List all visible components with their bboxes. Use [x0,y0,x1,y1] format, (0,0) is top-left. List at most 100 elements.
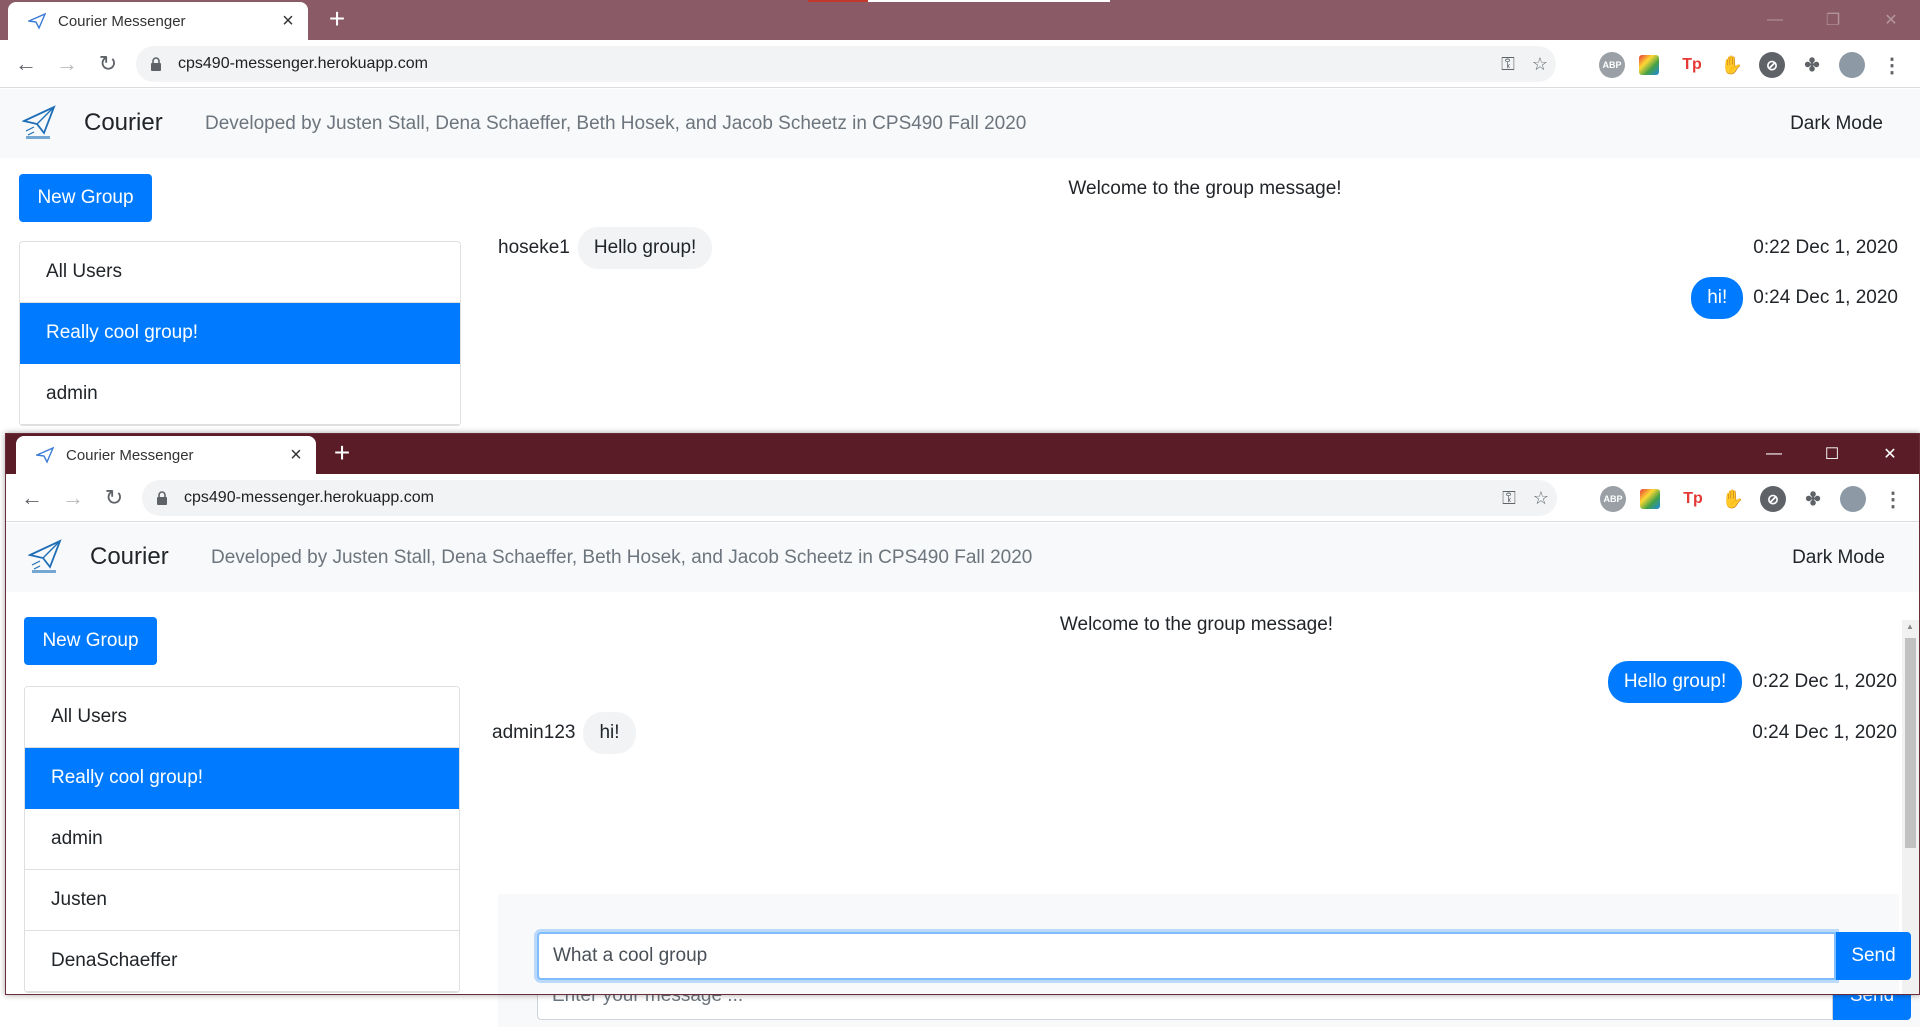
tagline: Developed by Justen Stall, Dena Schaeffe… [205,113,1027,134]
message-row: hoseke1 Hello group! 0:22 Dec 1, 2020 [490,226,1920,270]
window-controls: — ❐ ✕ [1746,0,1920,40]
browser-tab[interactable]: Courier Messenger × [16,436,316,474]
brand-name[interactable]: Courier [90,543,169,571]
courier-favicon-icon [28,12,46,30]
list-item-all-users[interactable]: All Users [25,687,459,748]
address-bar[interactable]: cps490-messenger.herokuapp.com ⚿ ☆ [136,46,1556,82]
message-bubble: Hello group! [577,227,713,269]
chat-panel: Welcome to the group message! Hello grou… [492,594,1897,834]
avatar[interactable] [1839,52,1865,78]
conversation-list: All Users Really cool group! admin Juste… [24,686,460,993]
scroll-up-icon[interactable]: ▲ [1906,622,1914,631]
menu-icon[interactable]: ⋮ [1879,52,1905,78]
dark-mode-toggle[interactable]: Dark Mode [1792,547,1885,569]
title-bar: Courier Messenger × + — ❐ ✕ [0,0,1920,40]
back-icon[interactable]: ← [20,485,44,510]
courier-logo-icon [28,539,62,573]
tp-extension-icon[interactable]: Tp [1680,486,1706,512]
list-item-denaschaeffer[interactable]: DenaSchaeffer [25,931,459,992]
browser-toolbar: ← → ↻ cps490-messenger.herokuapp.com ⚿ ☆… [6,474,1919,522]
message-input[interactable]: What a cool group [537,932,1836,980]
abp-extension-icon[interactable]: ABP [1599,52,1625,78]
browser-tab[interactable]: Courier Messenger × [8,2,308,40]
address-bar[interactable]: cps490-messenger.herokuapp.com ⚿ ☆ [142,480,1557,516]
tp-extension-icon[interactable]: Tp [1679,52,1705,78]
message-sender: hoseke1 [498,237,570,258]
message-row: Hello group! 0:22 Dec 1, 2020 [496,660,1897,704]
swirl-extension-icon[interactable]: ⊘ [1760,486,1786,512]
new-group-button[interactable]: New Group [24,617,157,665]
new-group-button[interactable]: New Group [19,174,152,222]
key-icon[interactable]: ⚿ [1493,488,1525,509]
puzzle-extension-icon[interactable]: ✤ [1799,52,1825,78]
url-text: cps490-messenger.herokuapp.com [184,489,434,506]
swirl-extension-icon[interactable]: ⊘ [1759,52,1785,78]
new-tab-button[interactable]: + [323,5,351,34]
browser-toolbar: ← → ↻ cps490-messenger.herokuapp.com ⚿ ☆… [0,40,1920,88]
close-window-icon[interactable]: ✕ [1861,434,1919,474]
reload-icon[interactable]: ↻ [102,485,126,510]
message-sender: admin123 [492,722,576,743]
app-navbar: Courier Developed by Justen Stall, Dena … [0,89,1920,158]
minimize-icon[interactable]: — [1746,0,1804,40]
title-bar: Courier Messenger × + — ☐ ✕ [6,434,1919,474]
menu-icon[interactable]: ⋮ [1880,486,1906,512]
message-bubble-outgoing: Hello group! [1607,661,1743,703]
forward-icon[interactable]: → [55,51,79,76]
back-icon[interactable]: ← [14,51,38,76]
key-icon[interactable]: ⚿ [1492,54,1524,75]
message-bubble: hi! [583,712,636,754]
lock-icon [150,56,166,72]
message-row: admin123 hi! 0:24 Dec 1, 2020 [492,711,1897,755]
forward-icon[interactable]: → [61,485,85,510]
dark-mode-toggle[interactable]: Dark Mode [1790,113,1883,135]
courier-favicon-icon [36,446,54,464]
message-time: 0:24 Dec 1, 2020 [1753,287,1898,308]
message-bubble-outgoing: hi! [1691,277,1744,319]
colorful-extension-icon[interactable] [1640,489,1660,509]
star-icon[interactable]: ☆ [1524,54,1556,75]
close-tab-icon[interactable]: × [282,445,310,465]
abp-extension-icon[interactable]: ABP [1600,486,1626,512]
maximize-icon[interactable]: ☐ [1803,434,1861,474]
list-item-admin[interactable]: admin [20,364,460,425]
scroll-thumb[interactable] [1905,638,1916,848]
tab-title: Courier Messenger [58,12,186,30]
window-controls: — ☐ ✕ [1745,434,1919,474]
browser-window-front: Courier Messenger × + — ☐ ✕ ← → ↻ cps490… [5,433,1920,995]
message-time: 0:22 Dec 1, 2020 [1753,237,1898,258]
app-navbar: Courier Developed by Justen Stall, Dena … [6,523,1919,592]
list-item-justen[interactable]: Justen [25,870,459,931]
list-item-really-cool-group[interactable]: Really cool group! [25,748,459,809]
close-window-icon[interactable]: ✕ [1862,0,1920,40]
tab-strip-accent [808,0,868,2]
message-row: hi! 0:24 Dec 1, 2020 [490,276,1920,320]
brand-name[interactable]: Courier [84,109,163,137]
hand-extension-icon[interactable]: ✋ [1719,52,1745,78]
list-item-really-cool-group[interactable]: Really cool group! [20,303,460,364]
list-item-admin[interactable]: admin [25,809,459,870]
hand-extension-icon[interactable]: ✋ [1720,486,1746,512]
avatar[interactable] [1840,486,1866,512]
minimize-icon[interactable]: — [1745,434,1803,474]
new-tab-button[interactable]: + [328,439,356,468]
puzzle-extension-icon[interactable]: ✤ [1800,486,1826,512]
star-icon[interactable]: ☆ [1525,488,1557,509]
lock-icon [156,490,172,506]
url-text: cps490-messenger.herokuapp.com [178,55,428,72]
conversation-list: All Users Really cool group! admin [19,241,461,426]
reload-icon[interactable]: ↻ [96,51,120,76]
courier-logo-icon [22,105,56,139]
tab-strip-accent-2 [868,0,1110,2]
message-time: 0:22 Dec 1, 2020 [1752,671,1897,692]
tab-title: Courier Messenger [66,446,194,464]
send-button[interactable]: Send [1836,932,1911,980]
tagline: Developed by Justen Stall, Dena Schaeffe… [211,547,1033,568]
close-tab-icon[interactable]: × [274,11,302,31]
welcome-message: Welcome to the group message! [1068,178,1342,199]
message-time: 0:24 Dec 1, 2020 [1752,722,1897,743]
colorful-extension-icon[interactable] [1639,55,1659,75]
welcome-message: Welcome to the group message! [1059,614,1334,635]
restore-icon[interactable]: ❐ [1804,0,1862,40]
list-item-all-users[interactable]: All Users [20,242,460,303]
